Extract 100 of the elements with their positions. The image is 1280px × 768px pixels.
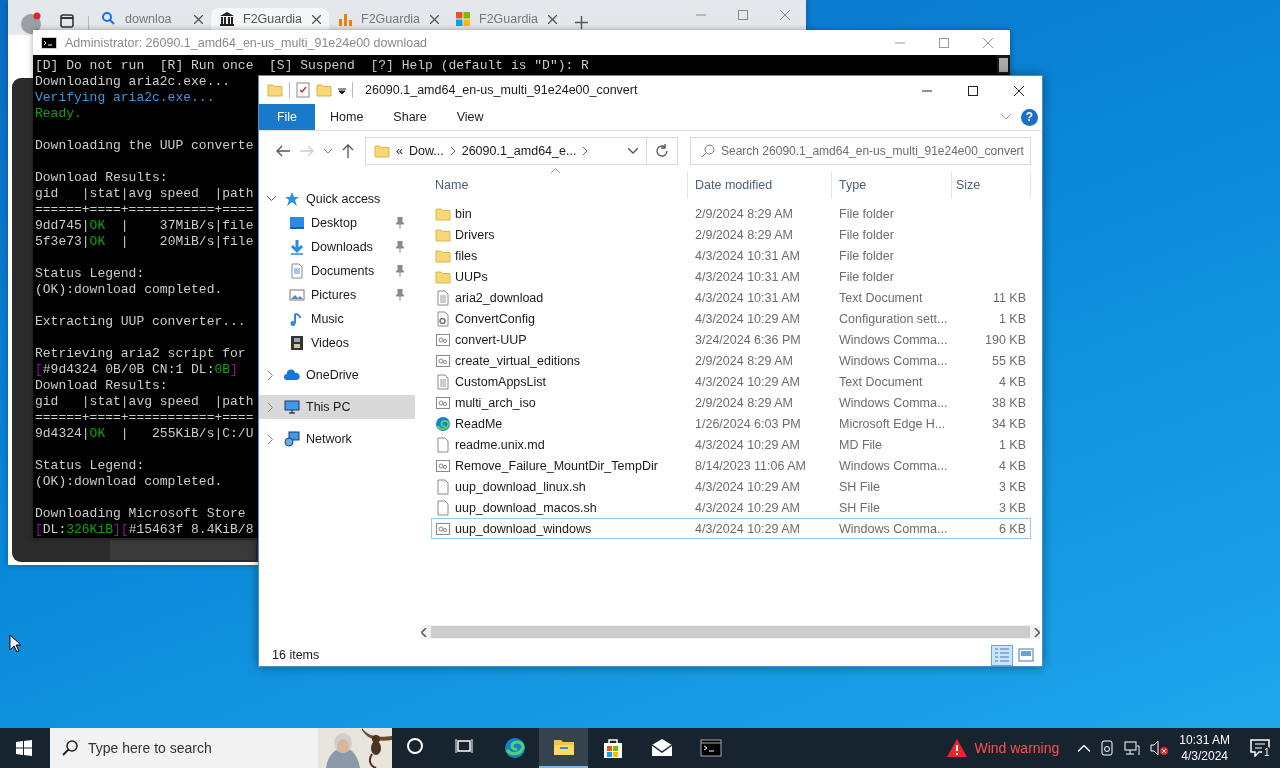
close-icon[interactable] <box>430 14 439 24</box>
download-arrow-icon <box>289 239 305 255</box>
ribbon-tab[interactable]: Share <box>378 104 442 130</box>
file-row[interactable]: multi_arch_iso 2/9/2024 8:29 AM Windows Comma... 38 KB <box>431 392 1031 413</box>
file-row[interactable]: readme.unix.md 4/3/2024 10:29 AM MD File 1 KB <box>431 434 1031 455</box>
large-icons-view-icon <box>1018 647 1034 663</box>
tab-actions-icon[interactable] <box>60 14 74 28</box>
browser-tab[interactable]: F2Guardia <box>329 8 447 30</box>
horizontal-scrollbar[interactable] <box>421 625 1040 639</box>
breadcrumb[interactable]: Dow... <box>408 144 444 158</box>
file-row[interactable]: bin 2/9/2024 8:29 AM File folder <box>431 203 1031 224</box>
chevron-right-icon[interactable] <box>268 370 274 380</box>
console-line: [D] Do not run [R] Run once [S] Suspend [?] Help (default is "D"): R <box>35 58 589 74</box>
date-modified: 4/3/2024 10:31 AM <box>694 290 801 305</box>
tab-favicon-icon <box>101 11 117 27</box>
breadcrumb[interactable]: 26090.1_amd64_e... <box>461 144 577 158</box>
caret-icon[interactable] <box>628 148 638 154</box>
column-header[interactable]: Name <box>431 171 688 198</box>
file-row[interactable]: convert-UUP 3/24/2024 6:36 PM Windows Comma... 190 KB <box>431 329 1031 350</box>
new-tab-icon[interactable] <box>575 16 588 29</box>
nav-item[interactable]: Documents <box>259 259 415 283</box>
file-name: files <box>455 248 478 263</box>
chevron-right-icon[interactable] <box>268 434 274 444</box>
file-row[interactable]: ConvertConfig 4/3/2024 10:29 AM Configuration sett... 1 KB <box>431 308 1031 329</box>
chevron-right-icon[interactable] <box>449 146 456 156</box>
file-row[interactable]: uup_download_linux.sh 4/3/2024 10:29 AM SH File 3 KB <box>431 476 1031 497</box>
overflow-mark[interactable]: « <box>396 144 403 158</box>
file-menu[interactable]: File <box>259 104 315 130</box>
file-type: Configuration sett... <box>838 311 949 326</box>
taskbar-app[interactable] <box>539 728 588 768</box>
file-row[interactable]: create_virtual_editions 2/9/2024 8:29 AM Windows Comma... 55 KB <box>431 350 1031 371</box>
file-row[interactable]: uup_download_windows 4/3/2024 10:29 AM Windows Comma... 6 KB <box>431 518 1031 539</box>
console-line: Status Legend: <box>35 266 145 282</box>
view-button[interactable] <box>991 644 1013 666</box>
scroll-bar[interactable] <box>110 540 256 560</box>
date-modified: 2/9/2024 8:29 AM <box>694 395 794 410</box>
browser-tab[interactable]: F2Guardia <box>447 8 565 30</box>
profile-avatar-icon[interactable] <box>20 12 42 34</box>
clock-date[interactable]: 4/3/2024 <box>1181 748 1228 764</box>
column-header[interactable]: Date modified <box>688 171 832 198</box>
file-row[interactable]: Drivers 2/9/2024 8:29 AM File folder <box>431 224 1031 245</box>
nav-item[interactable]: OneDrive <box>259 363 415 387</box>
browser-tab[interactable]: F2Guardia <box>211 8 329 30</box>
taskbar-search-field[interactable]: Type here to search <box>50 728 392 768</box>
refresh-button[interactable] <box>647 137 678 165</box>
close-icon[interactable] <box>312 14 321 24</box>
properties-icon[interactable] <box>296 82 310 98</box>
file-row[interactable]: Remove_Failure_MountDir_TempDir 8/14/2023 11:06 AM Windows Comma... 4 KB <box>431 455 1031 476</box>
muted-speaker-icon[interactable] <box>1150 740 1169 756</box>
up-arrow-icon[interactable] <box>342 144 354 158</box>
nav-item[interactable]: This PC <box>259 395 415 419</box>
caret-icon[interactable] <box>338 86 346 94</box>
chevron-left-icon[interactable] <box>421 627 427 637</box>
column-header[interactable]: Type <box>832 171 952 198</box>
date-modified: 4/3/2024 10:31 AM <box>694 269 801 284</box>
address-bar[interactable]: « Dow... 26090.1_amd64_e... <box>365 137 647 165</box>
nav-item[interactable]: Videos <box>259 331 415 355</box>
ribbon-tab[interactable]: View <box>441 104 499 130</box>
nav-item[interactable]: Downloads <box>259 235 415 259</box>
clock-time[interactable]: 10:31 AM <box>1179 732 1230 748</box>
chevron-right-icon[interactable] <box>1034 627 1040 637</box>
file-row[interactable]: UUPs 4/3/2024 10:31 AM File folder <box>431 266 1031 287</box>
weather-widget[interactable]: Wind warning <box>946 738 1060 758</box>
details-view-icon <box>994 647 1010 663</box>
file-row[interactable]: aria2_download 4/3/2024 10:31 AM Text Document 11 KB <box>431 287 1031 308</box>
text-document-icon <box>435 373 451 390</box>
file-size: 11 KB <box>991 290 1027 305</box>
nav-item[interactable]: Desktop <box>259 211 415 235</box>
search-field[interactable]: Search 26090.1_amd64_en-us_multi_91e24e00_convert <box>690 137 1031 165</box>
chevron-up-icon[interactable] <box>1078 744 1091 752</box>
close-icon[interactable] <box>194 14 203 24</box>
file-row[interactable]: CustomAppsList 4/3/2024 10:29 AM Text Document 4 KB <box>431 371 1031 392</box>
chevron-down-icon[interactable] <box>266 196 276 202</box>
close-icon[interactable] <box>548 14 557 24</box>
file-row[interactable]: files 4/3/2024 10:31 AM File folder <box>431 245 1031 266</box>
close-icon[interactable] <box>1014 86 1024 96</box>
file-row[interactable]: uup_download_macos.sh 4/3/2024 10:29 AM SH File 3 KB <box>431 497 1031 518</box>
scroll-bar[interactable] <box>997 55 1010 74</box>
network-icon[interactable] <box>1124 740 1141 756</box>
device-icon[interactable] <box>1100 740 1115 756</box>
chevron-right-icon[interactable] <box>582 146 589 156</box>
column-header[interactable]: Size <box>952 171 1031 198</box>
file-type: Windows Comma... <box>838 458 949 473</box>
nav-item[interactable]: Network <box>259 427 415 451</box>
back-arrow-icon[interactable] <box>276 145 290 157</box>
file-type: Windows Comma... <box>838 353 949 368</box>
nav-item[interactable]: Quick access <box>259 187 415 211</box>
maximize-icon[interactable] <box>968 86 978 96</box>
file-row[interactable]: ReadMe 1/26/2024 6:03 PM Microsoft Edge H... 34 KB <box>431 413 1031 434</box>
help-button[interactable]: ? <box>1021 108 1038 126</box>
browser-tab[interactable]: downloa <box>93 8 211 30</box>
date-modified: 4/3/2024 10:29 AM <box>694 500 801 515</box>
windows-logo-icon <box>16 740 32 756</box>
ribbon-tab[interactable]: Home <box>315 104 379 130</box>
file-type: Windows Comma... <box>838 332 949 347</box>
film-icon <box>289 335 305 351</box>
notification-icon[interactable] <box>1250 739 1270 757</box>
nav-item[interactable]: Music <box>259 307 415 331</box>
file-name: ConvertConfig <box>455 311 535 326</box>
nav-item[interactable]: Pictures <box>259 283 415 307</box>
